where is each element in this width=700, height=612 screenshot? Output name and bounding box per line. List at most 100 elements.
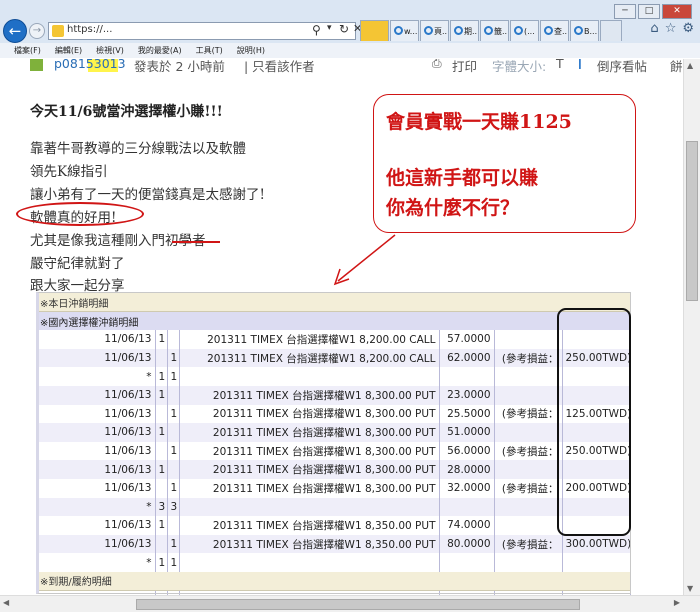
close-button[interactable]: ✕ <box>662 4 692 19</box>
cell-price: 28.0000 <box>439 460 495 479</box>
cell-note: (參考損益： <box>494 534 563 554</box>
forward-button[interactable]: → <box>29 23 45 39</box>
cell-date: 11/06/13 <box>37 330 156 349</box>
cell-price <box>439 497 495 517</box>
font-large-button[interactable]: T <box>575 59 585 73</box>
browser-tab[interactable] <box>360 20 389 41</box>
browser-tab[interactable]: 籤... <box>480 20 509 41</box>
post-header: p08153013 發表於 2 小時前 | 只看該作者 ⎙ 打印 字體大小: T… <box>30 59 683 76</box>
font-size-label: 字體大小: <box>492 59 547 74</box>
browser-tab[interactable]: B... <box>570 20 599 41</box>
browser-tab[interactable]: 頁... <box>420 20 449 41</box>
cell-amt <box>562 553 631 572</box>
favorites-star-icon[interactable]: ☆ <box>665 21 677 36</box>
annotation-line: 你為什麼不行？ <box>386 197 520 219</box>
cell-s <box>167 330 180 349</box>
menu-tools[interactable]: 工具(T) <box>196 45 223 58</box>
ie-icon <box>394 26 403 35</box>
table-row: 11/06/13 1 201311 TIMEX 台指選擇權W1 8,300.00 P… <box>37 478 631 498</box>
menu-file[interactable]: 檔案(F) <box>14 45 41 58</box>
horizontal-scrollbar[interactable]: ◀ ▶ <box>0 595 700 612</box>
table-row: 11/06/13 1 201311 TIMEX 台指選擇權W1 8,300.00 P… <box>37 404 631 424</box>
cell-date: 11/06/13 <box>37 385 156 405</box>
scroll-down-icon[interactable]: ▼ <box>687 584 693 593</box>
reverse-order-link[interactable]: 倒序看帖 <box>597 59 647 75</box>
avatar[interactable] <box>30 59 43 71</box>
cell-note <box>494 385 563 405</box>
new-tab-button[interactable] <box>600 20 622 41</box>
chevron-down-icon[interactable]: ▾ <box>327 23 332 33</box>
table-row: 11/06/13 1 201311 TIMEX 台指選擇權W1 8,300.00 P… <box>37 460 631 479</box>
menu-help[interactable]: 說明(H) <box>237 45 265 58</box>
vertical-scrollbar[interactable]: ▲ ▼ <box>683 59 700 595</box>
cell-amt: 300.00TWD) <box>562 534 631 554</box>
search-icon[interactable]: ⚲ <box>312 23 321 37</box>
cell-desc <box>179 367 440 386</box>
cell-date: 11/06/13 <box>37 478 156 498</box>
back-button[interactable]: ← <box>3 19 27 43</box>
cell-desc: 201311 TIMEX 台指選擇權W1 8,300.00 PUT <box>179 478 440 498</box>
toolbar-icons: ⌂ ☆ ⚙ <box>644 21 694 36</box>
ie-icon <box>454 26 463 35</box>
cell-price: 32.0000 <box>439 478 495 498</box>
cell-date: 11/06/13 <box>37 460 156 479</box>
browser-tab[interactable]: 期... <box>450 20 479 41</box>
printer-icon[interactable]: ⎙ <box>432 59 442 71</box>
browser-tab[interactable]: 查... <box>540 20 569 41</box>
home-icon[interactable]: ⌂ <box>650 21 658 36</box>
cell-note <box>494 367 563 386</box>
cell-note <box>494 553 563 572</box>
site-favicon-icon <box>52 25 64 37</box>
ie-icon <box>424 26 433 35</box>
minimize-button[interactable]: ─ <box>614 4 636 19</box>
table-row: 11/06/131 201311 TIMEX 台指選擇權W1 8,200.00 C… <box>37 330 631 349</box>
maximize-button[interactable]: □ <box>638 4 660 19</box>
only-author-link[interactable]: | 只看該作者 <box>244 59 315 75</box>
section-label: ※到期/履約明細 <box>37 571 631 591</box>
scroll-right-icon[interactable]: ▶ <box>674 598 680 607</box>
annotation-bubble: 會員實戰一天賺1125 他這新手都可以賺 你為什麼不行？ <box>373 94 636 233</box>
cell-note: (參考損益： <box>494 404 563 424</box>
cell-date: 11/06/13 <box>37 404 156 424</box>
cell-date: 11/06/13 <box>37 441 156 461</box>
menu-view[interactable]: 檢視(V) <box>96 45 124 58</box>
cell-b: 1 <box>155 423 168 442</box>
table-row: 11/06/13 1 201311 TIMEX 台指選擇權W1 8,300.00 P… <box>37 385 631 405</box>
menu-edit[interactable]: 編輯(E) <box>55 45 82 58</box>
refresh-icon[interactable]: ↻ <box>339 22 349 36</box>
table-section-header: ※到期/履約明細 <box>37 571 631 591</box>
scroll-thumb[interactable] <box>686 141 698 301</box>
cell-s <box>167 460 180 479</box>
gear-icon[interactable]: ⚙ <box>682 21 694 36</box>
window-controls: ─ □ ✕ <box>612 4 692 19</box>
cell-desc: 201311 TIMEX 台指選擇權W1 8,200.00 CALL <box>179 330 440 349</box>
browser-tab[interactable]: (... <box>510 20 539 41</box>
post-line: 靠著牛哥教導的三分線戰法以及軟體 <box>30 141 246 157</box>
cell-desc: 201311 TIMEX 台指選擇權W1 8,350.00 PUT <box>179 534 440 554</box>
highlight-rectangle <box>557 308 631 536</box>
cell-b <box>155 348 168 368</box>
cell-s <box>167 423 180 442</box>
browser-tab[interactable]: w... <box>390 20 419 41</box>
ie-icon <box>484 26 493 35</box>
cell-note: (參考損益： <box>494 478 563 498</box>
scroll-up-icon[interactable]: ▲ <box>687 61 693 70</box>
username-link[interactable]: p08153013 <box>54 59 126 71</box>
cell-b: 1 <box>155 385 168 405</box>
cell-desc: 201311 TIMEX 台指選擇權W1 8,350.00 PUT <box>179 516 440 535</box>
address-bar[interactable]: https://... <box>48 22 356 40</box>
scroll-thumb[interactable] <box>136 599 580 610</box>
scroll-left-icon[interactable]: ◀ <box>3 598 9 607</box>
table-row: * 3 3 <box>37 497 631 517</box>
annotation-line: 他這新手都可以賺 <box>386 167 539 189</box>
trade-table-body: ※本日沖銷明細 ※國內選擇權沖銷明細 11/06/13 1 201311 TIMEX 台… <box>37 293 631 595</box>
print-link[interactable]: 打印 <box>452 59 477 75</box>
trade-table: ※本日沖銷明細 ※國內選擇權沖銷明細 11/06/13 1 201311 TIMEX 台… <box>37 293 631 595</box>
post-title: 今天11/6號當沖選擇權小賺!!! <box>30 104 223 120</box>
post-line: 跟大家一起分享 <box>30 278 125 294</box>
cell-date: 11/06/13 <box>37 348 156 368</box>
post-line: 尤其是像我這種剛入門初學者 <box>30 233 206 249</box>
cell-price: 25.5000 <box>439 404 495 424</box>
font-small-button[interactable]: T <box>556 59 564 71</box>
menu-favorites[interactable]: 我的最愛(A) <box>138 45 182 58</box>
